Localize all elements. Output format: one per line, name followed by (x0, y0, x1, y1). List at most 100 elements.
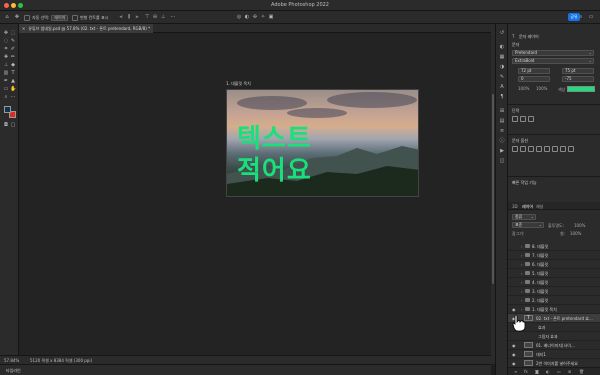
more-tools-icon[interactable]: ⋯ (10, 94, 16, 100)
align-right-text-icon[interactable] (528, 116, 534, 122)
superscript-icon[interactable] (544, 146, 550, 152)
font-style-dropdown[interactable]: ExtraBold ⌄ (512, 58, 594, 64)
kerning-field[interactable]: 0 (518, 76, 550, 82)
adjustments-icon[interactable]: ◑ (499, 64, 505, 70)
expand-caret-icon[interactable]: › (521, 307, 523, 312)
layer-row[interactable]: 그림자 효과 (508, 332, 600, 341)
gradient-tool-icon[interactable]: ▥ (3, 70, 9, 76)
align-left-icon[interactable]: ⫷ (118, 14, 124, 20)
horizontal-scale-value[interactable]: 100% (536, 86, 547, 91)
link-layers-icon[interactable]: ∞ (514, 369, 517, 374)
all-caps-icon[interactable] (528, 146, 534, 152)
font-family-dropdown[interactable]: Pretendard ⌄ (512, 50, 594, 56)
subscript-icon[interactable] (552, 146, 558, 152)
quick-mask-icon[interactable]: ◘ (3, 122, 9, 128)
distribute-icon[interactable]: ⋯ (170, 14, 176, 20)
small-caps-icon[interactable] (536, 146, 542, 152)
glyphs-icon[interactable]: ⊞ (499, 108, 505, 114)
quick-actions-header[interactable]: 빠른 작업 기능 (508, 178, 600, 186)
layer-row[interactable]: ◉ › 1. 대블릿 목치 (508, 305, 600, 314)
pen-tool-icon[interactable]: ✒ (3, 78, 9, 84)
artboard-label[interactable]: 1. 대블릿 목치 (226, 81, 251, 87)
visibility-eye-icon[interactable]: ◉ (512, 307, 516, 312)
delete-layer-icon[interactable]: 🗑 (579, 369, 584, 374)
info-icon[interactable]: ⓘ (499, 138, 505, 144)
artboard-image[interactable]: 텍스트 적어요 (226, 89, 419, 197)
eyedropper-tool-icon[interactable]: ✐ (10, 46, 16, 52)
screen-mode-icon[interactable]: ▢ (10, 122, 16, 128)
auto-select-dropdown[interactable]: 레이어 (51, 14, 69, 21)
align-bottom-icon[interactable]: ⊥ (160, 14, 166, 20)
visibility-eye-icon[interactable]: ◉ (512, 361, 516, 366)
crop-tool-icon[interactable]: ⌗ (3, 46, 9, 52)
opacity-value[interactable]: 100% (574, 223, 585, 228)
strikethrough-icon[interactable] (568, 146, 574, 152)
font-size-field[interactable]: 72 pt (518, 68, 550, 74)
visibility-eye-icon[interactable]: ◉ (512, 343, 516, 348)
align-top-icon[interactable]: ⊤ (144, 14, 150, 20)
tab-layers[interactable]: 레이어 (522, 204, 533, 210)
text-color-swatch[interactable] (567, 86, 595, 92)
tab-3d[interactable]: 3D (512, 204, 518, 209)
new-layer-icon[interactable]: ⊞ (568, 369, 571, 374)
layer-row[interactable]: ◉ 01. 배너이미지(사이... (508, 341, 600, 350)
type-options-header[interactable]: 문자 옵션 (508, 136, 600, 144)
actions-icon[interactable]: ▶ (499, 148, 505, 154)
underline-icon[interactable] (560, 146, 566, 152)
layer-row[interactable]: ◉ 대지1 (508, 350, 600, 359)
auto-select-checkbox[interactable] (24, 14, 30, 21)
timeline-label[interactable]: 타임라인 (6, 368, 21, 374)
headline-text-line1[interactable]: 텍스트 (237, 124, 312, 154)
expand-caret-icon[interactable]: › (521, 298, 523, 303)
align-center-text-icon[interactable] (520, 116, 526, 122)
type-tool-icon[interactable]: T (10, 70, 16, 76)
visibility-eye-icon[interactable]: ◉ (512, 352, 516, 357)
faux-italic-icon[interactable] (520, 146, 526, 152)
layer-row[interactable]: › 5. 대블릿 (508, 269, 600, 278)
quick-select-tool-icon[interactable]: ✎ (10, 38, 16, 44)
path-select-icon[interactable]: ▲ (10, 78, 16, 84)
rectangle-tool-icon[interactable]: ▭ (3, 86, 9, 92)
expand-caret-icon[interactable]: › (521, 289, 523, 294)
paragraph-panel-icon[interactable]: ¶ (499, 94, 505, 100)
align-left-text-icon[interactable] (512, 116, 518, 122)
layer-row[interactable]: › 3. 대블릿 (508, 287, 600, 296)
character-panel-icon[interactable]: A (499, 84, 505, 90)
expand-caret-icon[interactable]: › (521, 253, 523, 258)
canvas-area[interactable]: 1. 대블릿 목치 텍스트 적어요 (19, 33, 491, 364)
adjustment-layer-icon[interactable]: ◐ (546, 369, 550, 374)
layer-row[interactable]: › 2. 대블릿 (508, 296, 600, 305)
workspace-icon[interactable]: ▭ (588, 14, 594, 20)
3d-pan-icon[interactable]: ✣ (252, 14, 258, 20)
blend-mode-dropdown[interactable]: 표준 ⌄ (512, 222, 544, 228)
zoom-tool-icon[interactable]: ⌕ (3, 94, 9, 100)
eraser-tool-icon[interactable]: ◆ (10, 62, 16, 68)
align-middle-icon[interactable]: ⊖ (152, 14, 158, 20)
brush-settings-icon[interactable]: ✎ (499, 74, 505, 80)
add-mask-icon[interactable]: ◙ (535, 369, 539, 374)
marquee-tool-icon[interactable]: ⬚ (10, 30, 16, 36)
foreground-color-swatch[interactable] (4, 106, 11, 113)
headline-text-line2[interactable]: 적어요 (237, 156, 312, 186)
leading-field[interactable]: 75 pt (562, 68, 594, 74)
vertical-scale-value[interactable]: 100% (518, 86, 529, 91)
swatches-icon[interactable]: ▦ (499, 54, 505, 60)
expand-caret-icon[interactable]: › (521, 262, 523, 267)
color-panel-icon[interactable]: ◐ (499, 44, 505, 50)
navigator-icon[interactable]: ◫ (499, 158, 505, 164)
new-group-icon[interactable]: ▭ (557, 369, 561, 374)
fill-value[interactable]: 100% (570, 231, 581, 236)
layer-row[interactable]: › 8. 대블릿 (508, 242, 600, 251)
align-center-icon[interactable]: ⫼ (126, 14, 132, 20)
scrollbar-thumb[interactable] (492, 94, 494, 284)
libraries-icon[interactable]: ▤ (499, 118, 505, 124)
faux-bold-icon[interactable] (512, 146, 518, 152)
3d-scale-icon[interactable]: ▣ (268, 14, 274, 20)
layer-kind-filter[interactable]: 종류 ⌄ (512, 214, 536, 220)
lasso-tool-icon[interactable]: ◌ (3, 38, 9, 44)
expand-caret-icon[interactable]: › (521, 244, 523, 249)
3d-slide-icon[interactable]: ✧ (260, 14, 266, 20)
layer-row[interactable]: › 6. 대블릿 (508, 260, 600, 269)
search-icon[interactable]: ⌕ (578, 14, 584, 20)
zoom-level[interactable]: 57.84% (4, 358, 19, 363)
